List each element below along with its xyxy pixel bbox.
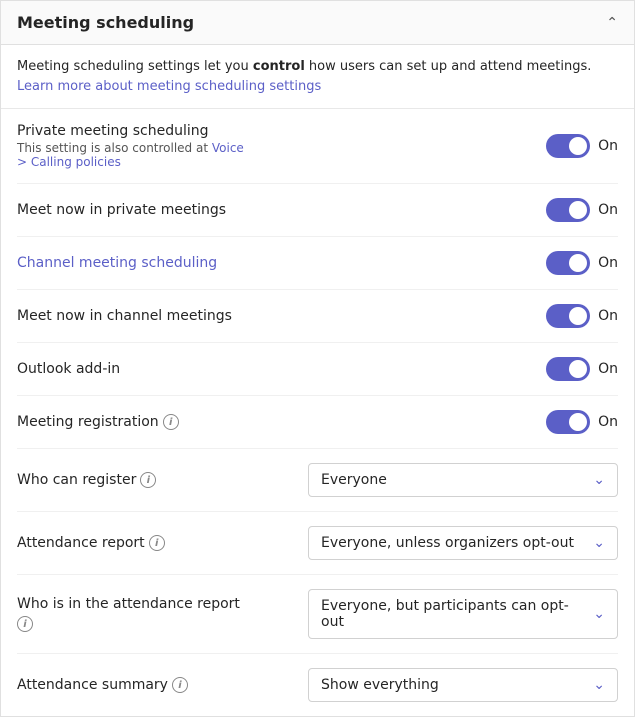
setting-row-outlook-addin: Outlook add-in On bbox=[17, 343, 618, 396]
toggle-on-label: On bbox=[598, 308, 618, 324]
setting-label: Who is in the attendance report bbox=[17, 596, 284, 612]
setting-label-group: Meeting registration i bbox=[17, 414, 546, 430]
toggle-on-label: On bbox=[598, 255, 618, 271]
toggle-wrapper[interactable]: On bbox=[546, 198, 618, 222]
toggle-thumb bbox=[569, 360, 587, 378]
chevron-down-icon: ⌄ bbox=[593, 535, 605, 551]
who-can-register-dropdown[interactable]: Everyone ⌄ bbox=[308, 463, 618, 497]
meeting-scheduling-panel: Meeting scheduling ⌃ Meeting scheduling … bbox=[0, 0, 635, 717]
info-icon-meeting-registration[interactable]: i bbox=[163, 414, 179, 430]
toggle-control: On bbox=[546, 198, 618, 222]
setting-label-group: Who is in the attendance report i bbox=[17, 596, 308, 633]
toggle-wrapper[interactable]: On bbox=[546, 134, 618, 158]
attendance-report-dropdown[interactable]: Everyone, unless organizers opt-out ⌄ bbox=[308, 526, 618, 560]
setting-row-who-can-register: Who can register i Everyone ⌄ bbox=[17, 449, 618, 512]
chevron-down-icon: ⌄ bbox=[593, 606, 605, 622]
description-text: Meeting scheduling settings let you cont… bbox=[17, 59, 591, 74]
dropdown-value: Show everything bbox=[321, 677, 585, 693]
toggle-thumb bbox=[569, 307, 587, 325]
toggle-thumb bbox=[569, 201, 587, 219]
setting-row-attendance-report: Attendance report i Everyone, unless org… bbox=[17, 512, 618, 575]
panel-title: Meeting scheduling bbox=[17, 13, 194, 32]
toggle-thumb bbox=[569, 137, 587, 155]
setting-label: Private meeting scheduling bbox=[17, 123, 522, 139]
toggle-channel-meeting[interactable] bbox=[546, 251, 590, 275]
setting-label-group: Attendance summary i bbox=[17, 677, 308, 693]
chevron-down-icon: ⌄ bbox=[593, 472, 605, 488]
who-in-attendance-dropdown[interactable]: Everyone, but participants can opt-out ⌄ bbox=[308, 589, 618, 639]
settings-container: Private meeting scheduling This setting … bbox=[1, 109, 634, 716]
toggle-outlook-addin[interactable] bbox=[546, 357, 590, 381]
setting-label-group: Channel meeting scheduling bbox=[17, 255, 546, 271]
setting-row-meet-now-channel: Meet now in channel meetings On bbox=[17, 290, 618, 343]
toggle-thumb bbox=[569, 413, 587, 431]
toggle-meet-now-private[interactable] bbox=[546, 198, 590, 222]
toggle-thumb bbox=[569, 254, 587, 272]
setting-label: Attendance report i bbox=[17, 535, 284, 551]
setting-label: Outlook add-in bbox=[17, 361, 522, 377]
toggle-control: On bbox=[546, 304, 618, 328]
setting-label-group: Attendance report i bbox=[17, 535, 308, 551]
setting-label: Who can register i bbox=[17, 472, 284, 488]
setting-label-group: Who can register i bbox=[17, 472, 308, 488]
dropdown-control: Everyone, unless organizers opt-out ⌄ bbox=[308, 526, 618, 560]
panel-description: Meeting scheduling settings let you cont… bbox=[1, 45, 634, 109]
learn-more-link[interactable]: Learn more about meeting scheduling sett… bbox=[17, 79, 321, 94]
setting-label: Meet now in channel meetings bbox=[17, 308, 522, 324]
setting-label-group: Meet now in channel meetings bbox=[17, 308, 546, 324]
toggle-meet-now-channel[interactable] bbox=[546, 304, 590, 328]
info-icon-who-can-register[interactable]: i bbox=[140, 472, 156, 488]
toggle-control: On bbox=[546, 134, 618, 158]
toggle-on-label: On bbox=[598, 414, 618, 430]
setting-row-private-meeting-scheduling: Private meeting scheduling This setting … bbox=[17, 109, 618, 184]
dropdown-value: Everyone bbox=[321, 472, 585, 488]
toggle-private-meeting[interactable] bbox=[546, 134, 590, 158]
dropdown-value: Everyone, unless organizers opt-out bbox=[321, 535, 585, 551]
toggle-wrapper[interactable]: On bbox=[546, 357, 618, 381]
chevron-down-icon: ⌄ bbox=[593, 677, 605, 693]
setting-label: Channel meeting scheduling bbox=[17, 255, 522, 271]
setting-row-meeting-registration: Meeting registration i On bbox=[17, 396, 618, 449]
setting-label: Attendance summary i bbox=[17, 677, 284, 693]
collapse-icon[interactable]: ⌃ bbox=[606, 15, 618, 31]
attendance-summary-dropdown[interactable]: Show everything ⌄ bbox=[308, 668, 618, 702]
info-icon-attendance-summary[interactable]: i bbox=[172, 677, 188, 693]
setting-row-meet-now-private: Meet now in private meetings On bbox=[17, 184, 618, 237]
dropdown-control: Everyone ⌄ bbox=[308, 463, 618, 497]
toggle-control: On bbox=[546, 251, 618, 275]
toggle-meeting-registration[interactable] bbox=[546, 410, 590, 434]
toggle-wrapper[interactable]: On bbox=[546, 251, 618, 275]
toggle-on-label: On bbox=[598, 202, 618, 218]
setting-sublabel: This setting is also controlled at Voice… bbox=[17, 141, 522, 169]
setting-label-group: Private meeting scheduling This setting … bbox=[17, 123, 546, 169]
dropdown-value: Everyone, but participants can opt-out bbox=[321, 598, 585, 630]
setting-label: Meeting registration i bbox=[17, 414, 522, 430]
toggle-wrapper[interactable]: On bbox=[546, 410, 618, 434]
info-icon-attendance-report[interactable]: i bbox=[149, 535, 165, 551]
setting-label-group: Outlook add-in bbox=[17, 361, 546, 377]
panel-header: Meeting scheduling ⌃ bbox=[1, 1, 634, 45]
dropdown-control: Show everything ⌄ bbox=[308, 668, 618, 702]
toggle-control: On bbox=[546, 410, 618, 434]
setting-label-group: Meet now in private meetings bbox=[17, 202, 546, 218]
setting-row-attendance-summary: Attendance summary i Show everything ⌄ bbox=[17, 654, 618, 716]
toggle-on-label: On bbox=[598, 138, 618, 154]
setting-row-who-in-attendance-report: Who is in the attendance report i Everyo… bbox=[17, 575, 618, 654]
toggle-on-label: On bbox=[598, 361, 618, 377]
dropdown-control: Everyone, but participants can opt-out ⌄ bbox=[308, 589, 618, 639]
toggle-control: On bbox=[546, 357, 618, 381]
calling-policies-link[interactable]: > Calling policies bbox=[17, 155, 121, 169]
voice-link[interactable]: Voice bbox=[212, 141, 244, 155]
setting-row-channel-meeting: Channel meeting scheduling On bbox=[17, 237, 618, 290]
info-icon-who-in-attendance[interactable]: i bbox=[17, 616, 33, 632]
setting-label: Meet now in private meetings bbox=[17, 202, 522, 218]
toggle-wrapper[interactable]: On bbox=[546, 304, 618, 328]
